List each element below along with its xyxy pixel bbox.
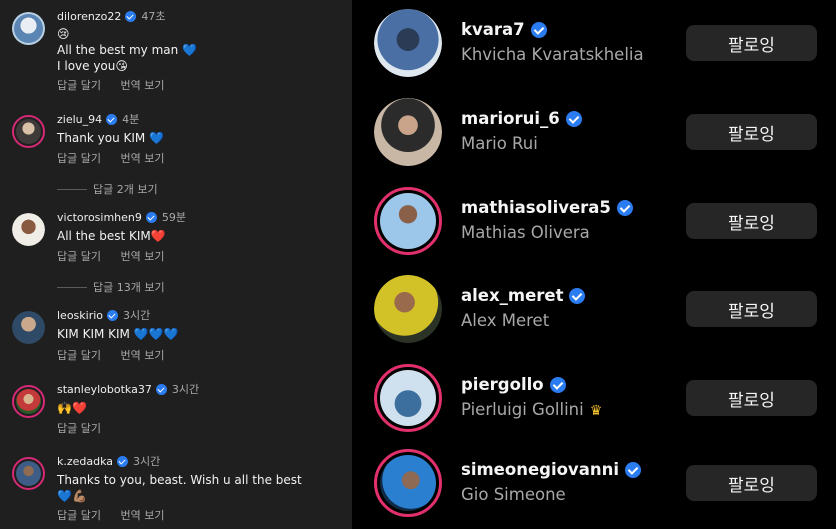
comment-username[interactable]: k.zedadka bbox=[57, 455, 113, 468]
reply-button[interactable]: 답글 달기 bbox=[57, 79, 101, 92]
view-replies-button[interactable]: 답글 2개 보기 bbox=[57, 181, 158, 197]
avatar[interactable] bbox=[12, 457, 45, 490]
comment-username[interactable]: leoskirio bbox=[57, 309, 103, 322]
comment-time: 3시간 bbox=[133, 455, 161, 468]
comment-time: 3시간 bbox=[171, 383, 200, 396]
verified-badge-icon bbox=[155, 383, 167, 395]
avatar[interactable] bbox=[12, 12, 45, 45]
verified-badge-icon bbox=[569, 287, 586, 304]
avatar[interactable] bbox=[12, 213, 45, 246]
comment-username[interactable]: victorosimhen9 bbox=[57, 211, 142, 224]
following-row[interactable]: alex_meret Alex Meret 팔로잉 bbox=[352, 266, 836, 354]
avatar[interactable] bbox=[374, 187, 442, 255]
following-fullname: Khvicha Kvaratskhelia bbox=[461, 45, 644, 64]
avatar[interactable] bbox=[374, 275, 442, 343]
comment-username[interactable]: dilorenzo22 bbox=[57, 10, 121, 23]
comment-text: All the best KIM❤️ bbox=[57, 229, 166, 243]
reply-button[interactable]: 답글 달기 bbox=[57, 152, 101, 165]
avatar-image bbox=[374, 275, 442, 343]
comment-text: KIM KIM KIM 💙💙💙 bbox=[57, 327, 179, 341]
following-fullname-row: Pierluigi Gollini ♛ bbox=[461, 400, 602, 419]
following-username[interactable]: mariorui_6 bbox=[461, 109, 560, 128]
see-translation-button[interactable]: 번역 보기 bbox=[120, 79, 164, 92]
comment-time: 59분 bbox=[161, 211, 187, 224]
avatar-image bbox=[374, 9, 442, 77]
following-fullname: Pierluigi Gollini bbox=[461, 400, 584, 419]
avatar[interactable] bbox=[12, 385, 45, 418]
view-replies-label: 답글 13개 보기 bbox=[93, 281, 165, 294]
following-list: kvara7 Khvicha Kvaratskhelia 팔로잉 marioru… bbox=[352, 0, 836, 529]
following-button[interactable]: 팔로잉 bbox=[686, 291, 817, 327]
verified-badge-icon bbox=[616, 199, 633, 216]
verified-badge-icon bbox=[125, 10, 137, 22]
see-translation-button[interactable]: 번역 보기 bbox=[120, 250, 164, 263]
comment-time: 4분 bbox=[122, 113, 140, 126]
following-row[interactable]: piergollo Pierluigi Gollini ♛ 팔로잉 bbox=[352, 355, 836, 443]
following-row[interactable]: mariorui_6 Mario Rui 팔로잉 bbox=[352, 89, 836, 177]
following-username[interactable]: mathiasolivera5 bbox=[461, 198, 611, 217]
avatar[interactable] bbox=[374, 98, 442, 166]
comment-text: 🙌❤️ bbox=[57, 401, 87, 415]
comments-panel: dilorenzo22 47초 😢 All the best my man 💙 … bbox=[0, 0, 352, 529]
following-fullname: Mario Rui bbox=[461, 134, 538, 153]
following-button[interactable]: 팔로잉 bbox=[686, 25, 817, 61]
comment-text: Thanks to you, beast. Wish u all the bes… bbox=[57, 473, 302, 503]
see-translation-button[interactable]: 번역 보기 bbox=[120, 349, 164, 362]
verified-badge-icon bbox=[117, 455, 129, 467]
comment-time: 47초 bbox=[141, 10, 166, 23]
verified-badge-icon bbox=[106, 113, 118, 125]
verified-badge-icon bbox=[145, 211, 157, 223]
comment-username[interactable]: zielu_94 bbox=[57, 113, 102, 126]
avatar-image bbox=[380, 193, 436, 249]
avatar-image bbox=[380, 455, 436, 511]
verified-badge-icon bbox=[107, 309, 119, 321]
following-row[interactable]: kvara7 Khvicha Kvaratskhelia 팔로잉 bbox=[352, 0, 836, 88]
reply-button[interactable]: 답글 달기 bbox=[57, 509, 101, 522]
avatar[interactable] bbox=[374, 449, 442, 517]
avatar[interactable] bbox=[374, 364, 442, 432]
following-username[interactable]: simeonegiovanni bbox=[461, 460, 619, 479]
verified-badge-icon bbox=[565, 110, 582, 127]
avatar[interactable] bbox=[12, 311, 45, 344]
divider bbox=[57, 188, 87, 190]
crown-icon: ♛ bbox=[589, 403, 603, 419]
comment-username[interactable]: stanleylobotka37 bbox=[57, 383, 152, 396]
following-button[interactable]: 팔로잉 bbox=[686, 203, 817, 239]
see-translation-button[interactable]: 번역 보기 bbox=[120, 152, 164, 165]
reply-button[interactable]: 답글 달기 bbox=[57, 422, 101, 435]
reply-button[interactable]: 답글 달기 bbox=[57, 250, 101, 263]
following-username[interactable]: piergollo bbox=[461, 375, 544, 394]
see-translation-button[interactable]: 번역 보기 bbox=[120, 509, 164, 522]
following-username[interactable]: kvara7 bbox=[461, 20, 525, 39]
verified-badge-icon bbox=[549, 376, 566, 393]
following-username[interactable]: alex_meret bbox=[461, 286, 563, 305]
view-replies-label: 답글 2개 보기 bbox=[93, 183, 158, 196]
reply-button[interactable]: 답글 달기 bbox=[57, 349, 101, 362]
following-fullname: Mathias Olivera bbox=[461, 223, 590, 242]
following-row[interactable]: simeonegiovanni Gio Simeone 팔로잉 bbox=[352, 440, 836, 528]
following-row[interactable]: mathiasolivera5 Mathias Olivera 팔로잉 bbox=[352, 178, 836, 266]
following-button[interactable]: 팔로잉 bbox=[686, 114, 817, 150]
view-replies-button[interactable]: 답글 13개 보기 bbox=[57, 279, 165, 295]
comment-text: 😢 All the best my man 💙 I love you😘 bbox=[57, 27, 197, 73]
verified-badge-icon bbox=[530, 21, 547, 38]
comment-text: Thank you KIM 💙 bbox=[57, 131, 165, 145]
avatar-image bbox=[380, 370, 436, 426]
following-fullname: Alex Meret bbox=[461, 311, 550, 330]
verified-badge-icon bbox=[624, 461, 641, 478]
following-button[interactable]: 팔로잉 bbox=[686, 465, 817, 501]
avatar[interactable] bbox=[374, 9, 442, 77]
avatar-image bbox=[374, 98, 442, 166]
divider bbox=[57, 286, 87, 288]
avatar[interactable] bbox=[12, 115, 45, 148]
following-fullname: Gio Simeone bbox=[461, 485, 566, 504]
comment-time: 3시간 bbox=[123, 309, 151, 322]
following-button[interactable]: 팔로잉 bbox=[686, 380, 817, 416]
